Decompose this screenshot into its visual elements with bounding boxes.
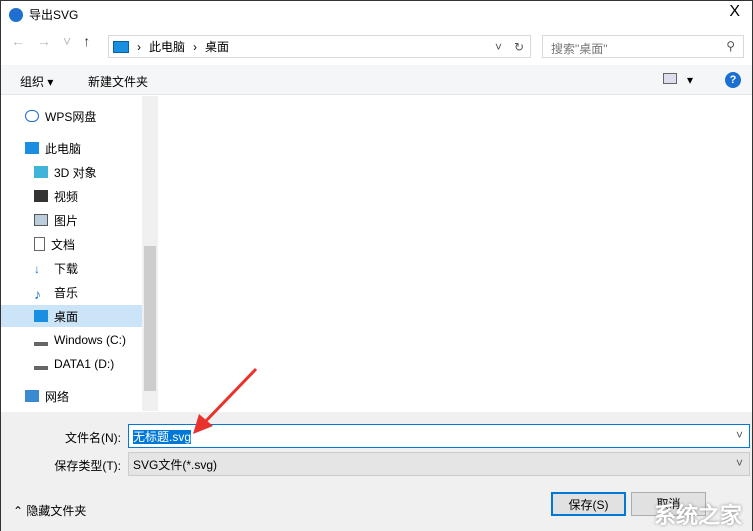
drive-icon (34, 358, 48, 370)
search-icon[interactable]: ⚲ (726, 39, 735, 53)
sidebar-item-documents[interactable]: 文档 (1, 233, 142, 255)
sidebar-item-3d[interactable]: 3D 对象 (1, 161, 142, 183)
title-bar: 导出SVG (9, 6, 78, 23)
sidebar-item-drive-c[interactable]: Windows (C:) (1, 329, 142, 351)
computer-icon (25, 142, 39, 154)
search-placeholder: 搜索"桌面" (551, 42, 608, 56)
filetype-label: 保存类型(T): (54, 459, 121, 473)
label: 此电脑 (45, 141, 82, 156)
document-icon (34, 237, 45, 251)
download-icon: ↓ (34, 262, 40, 276)
sidebar-item-downloads[interactable]: ↓ 下载 (1, 257, 142, 279)
view-icon[interactable] (663, 73, 677, 84)
app-logo-icon (9, 7, 23, 22)
label: 文档 (51, 237, 76, 252)
separator-icon: › (137, 39, 141, 54)
organize-menu[interactable]: 组织 ▾ (20, 73, 53, 90)
search-input[interactable]: 搜索"桌面" ⚲ (542, 35, 744, 58)
recent-dropdown[interactable]: ˅ (63, 33, 71, 49)
label: Windows (C:) (54, 333, 127, 347)
computer-icon (113, 40, 129, 53)
chevron-down-icon[interactable]: ˅ (736, 428, 743, 442)
picture-icon (34, 214, 48, 226)
sidebar-item-pictures[interactable]: 图片 (1, 209, 142, 231)
annotation-arrow-icon (193, 367, 258, 434)
label: 桌面 (54, 309, 79, 324)
up-button[interactable]: ↑ (83, 33, 90, 49)
filetype-value: SVG文件(*.svg) (133, 458, 218, 472)
breadcrumb-desktop[interactable]: 桌面 (205, 38, 229, 55)
music-icon: ♪ (34, 286, 41, 302)
drive-icon (34, 334, 48, 346)
separator-icon: › (193, 39, 198, 54)
help-icon[interactable]: ? (725, 72, 741, 88)
hide-folders-label: 隐藏文件夹 (26, 504, 87, 518)
new-folder-button[interactable]: 新建文件夹 (88, 73, 148, 90)
sidebar-item-video[interactable]: 视频 (1, 185, 142, 207)
chevron-down-icon: ˅ (735, 456, 743, 470)
breadcrumb-this-pc[interactable]: 此电脑 (149, 38, 185, 55)
close-button[interactable]: X (729, 3, 740, 21)
window-title: 导出SVG (29, 8, 79, 22)
back-button[interactable]: ← (11, 33, 25, 49)
filetype-select[interactable]: SVG文件(*.svg) ˅ (128, 452, 750, 476)
label: 音乐 (54, 285, 79, 300)
scrollbar-thumb[interactable] (144, 246, 156, 391)
cube-icon (34, 166, 48, 178)
label: 3D 对象 (54, 165, 97, 180)
save-button[interactable]: 保存(S) (551, 492, 626, 516)
sidebar-item-music[interactable]: ♪ 音乐 (1, 281, 142, 303)
filename-value: 无标题.svg (133, 430, 192, 444)
nav-buttons: ← → ˅ ↑ (11, 33, 90, 49)
sidebar-item-wps[interactable]: WPS网盘 (1, 105, 142, 127)
sidebar-item-this-pc[interactable]: 此电脑 (1, 137, 142, 159)
desktop-icon (34, 310, 48, 322)
file-list[interactable] (159, 96, 752, 411)
forward-button[interactable]: → (37, 33, 51, 49)
sidebar-item-desktop[interactable]: 桌面 (1, 305, 142, 327)
toolbar: 组织 ▾ 新建文件夹 ▾ ? (1, 65, 752, 95)
sidebar: WPS网盘 此电脑 3D 对象 视频 图片 文档 ↓ 下载 ♪ 音乐 桌面 Wind… (1, 96, 158, 411)
refresh-button[interactable]: ↻ (514, 40, 524, 54)
network-icon (25, 390, 39, 402)
label: WPS网盘 (45, 109, 97, 124)
label: 下载 (54, 261, 79, 276)
sidebar-item-drive-d[interactable]: DATA1 (D:) (1, 353, 142, 375)
view-dropdown[interactable]: ▾ (687, 73, 693, 87)
filename-label: 文件名(N): (65, 431, 121, 445)
sidebar-item-network[interactable]: 网络 (1, 385, 142, 407)
address-bar[interactable]: › 此电脑 › 桌面 ˅ ↻ (108, 35, 531, 58)
label: 图片 (54, 213, 79, 228)
address-dropdown[interactable]: ˅ (495, 40, 502, 54)
watermark: 系统之家 (653, 503, 742, 528)
cloud-icon (25, 110, 39, 122)
label: DATA1 (D:) (54, 357, 115, 371)
label: 网络 (45, 389, 70, 404)
hide-folders-toggle[interactable]: ⌃ 隐藏文件夹 (13, 502, 86, 519)
video-icon (34, 190, 48, 202)
label: 视频 (54, 189, 79, 204)
